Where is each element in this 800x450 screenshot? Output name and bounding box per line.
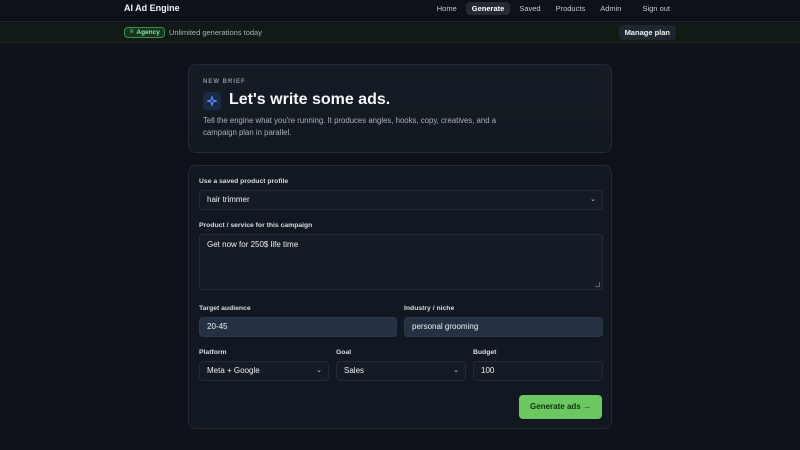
- industry-input[interactable]: personal grooming: [404, 317, 603, 337]
- budget-label: Budget: [473, 349, 497, 356]
- plan-status-text: Unlimited generations today: [169, 28, 262, 37]
- goal-value: Sales: [344, 366, 365, 375]
- page-description: Tell the engine what you're running. It …: [203, 116, 497, 137]
- brand-logo[interactable]: AI Ad Engine: [124, 3, 180, 13]
- nav-home[interactable]: Home: [431, 2, 463, 15]
- chevron-down-icon: ⌄: [316, 367, 322, 374]
- platform-value: Meta + Google: [207, 366, 260, 375]
- platform-select[interactable]: Meta + Google ⌄: [199, 361, 329, 381]
- industry-value: personal grooming: [412, 322, 479, 331]
- generate-ads-button[interactable]: Generate ads →: [519, 395, 602, 419]
- sparkle-icon: [203, 92, 221, 110]
- product-profile-select[interactable]: hair trimmer ⌄: [199, 190, 603, 210]
- crown-icon: ♕: [129, 29, 135, 35]
- goal-select[interactable]: Sales ⌄: [336, 361, 466, 381]
- chevron-down-icon: ⌄: [590, 196, 596, 203]
- product-value: Get now for 250$ life time: [207, 240, 299, 249]
- product-textarea[interactable]: Get now for 250$ life time: [199, 234, 603, 290]
- profile-label: Use a saved product profile: [199, 178, 289, 185]
- target-audience-input[interactable]: 20-45: [199, 317, 397, 337]
- platform-label: Platform: [199, 349, 227, 356]
- plan-banner: ♕ Agency Unlimited generations today Man…: [0, 23, 800, 43]
- page-title: Let's write some ads.: [229, 91, 391, 108]
- eyebrow-label: NEW BRIEF: [203, 79, 246, 85]
- audience-label: Target audience: [199, 305, 251, 312]
- top-nav: AI Ad Engine Home Generate Saved Product…: [0, 0, 800, 22]
- nav-products[interactable]: Products: [550, 2, 592, 15]
- nav-generate[interactable]: Generate: [465, 2, 511, 15]
- manage-plan-button[interactable]: Manage plan: [618, 25, 676, 40]
- budget-input[interactable]: 100: [473, 361, 603, 381]
- nav-links: Home Generate Saved Products Admin Sign …: [431, 2, 676, 15]
- budget-value: 100: [481, 366, 495, 375]
- brief-form: Use a saved product profile hair trimmer…: [188, 165, 612, 429]
- nav-saved[interactable]: Saved: [513, 2, 546, 15]
- chevron-down-icon: ⌄: [453, 367, 459, 374]
- resize-handle-icon[interactable]: [595, 282, 600, 287]
- target-audience-value: 20-45: [207, 322, 228, 331]
- nav-admin[interactable]: Admin: [594, 2, 627, 15]
- brief-header-card: NEW BRIEF Let's write some ads. Tell the…: [188, 64, 612, 153]
- industry-label: Industry / niche: [404, 305, 455, 312]
- product-profile-value: hair trimmer: [207, 195, 250, 204]
- nav-sign-out[interactable]: Sign out: [636, 2, 676, 15]
- plan-badge-label: Agency: [136, 29, 160, 36]
- product-label: Product / service for this campaign: [199, 222, 313, 229]
- goal-label: Goal: [336, 349, 352, 356]
- plan-badge: ♕ Agency: [124, 27, 165, 38]
